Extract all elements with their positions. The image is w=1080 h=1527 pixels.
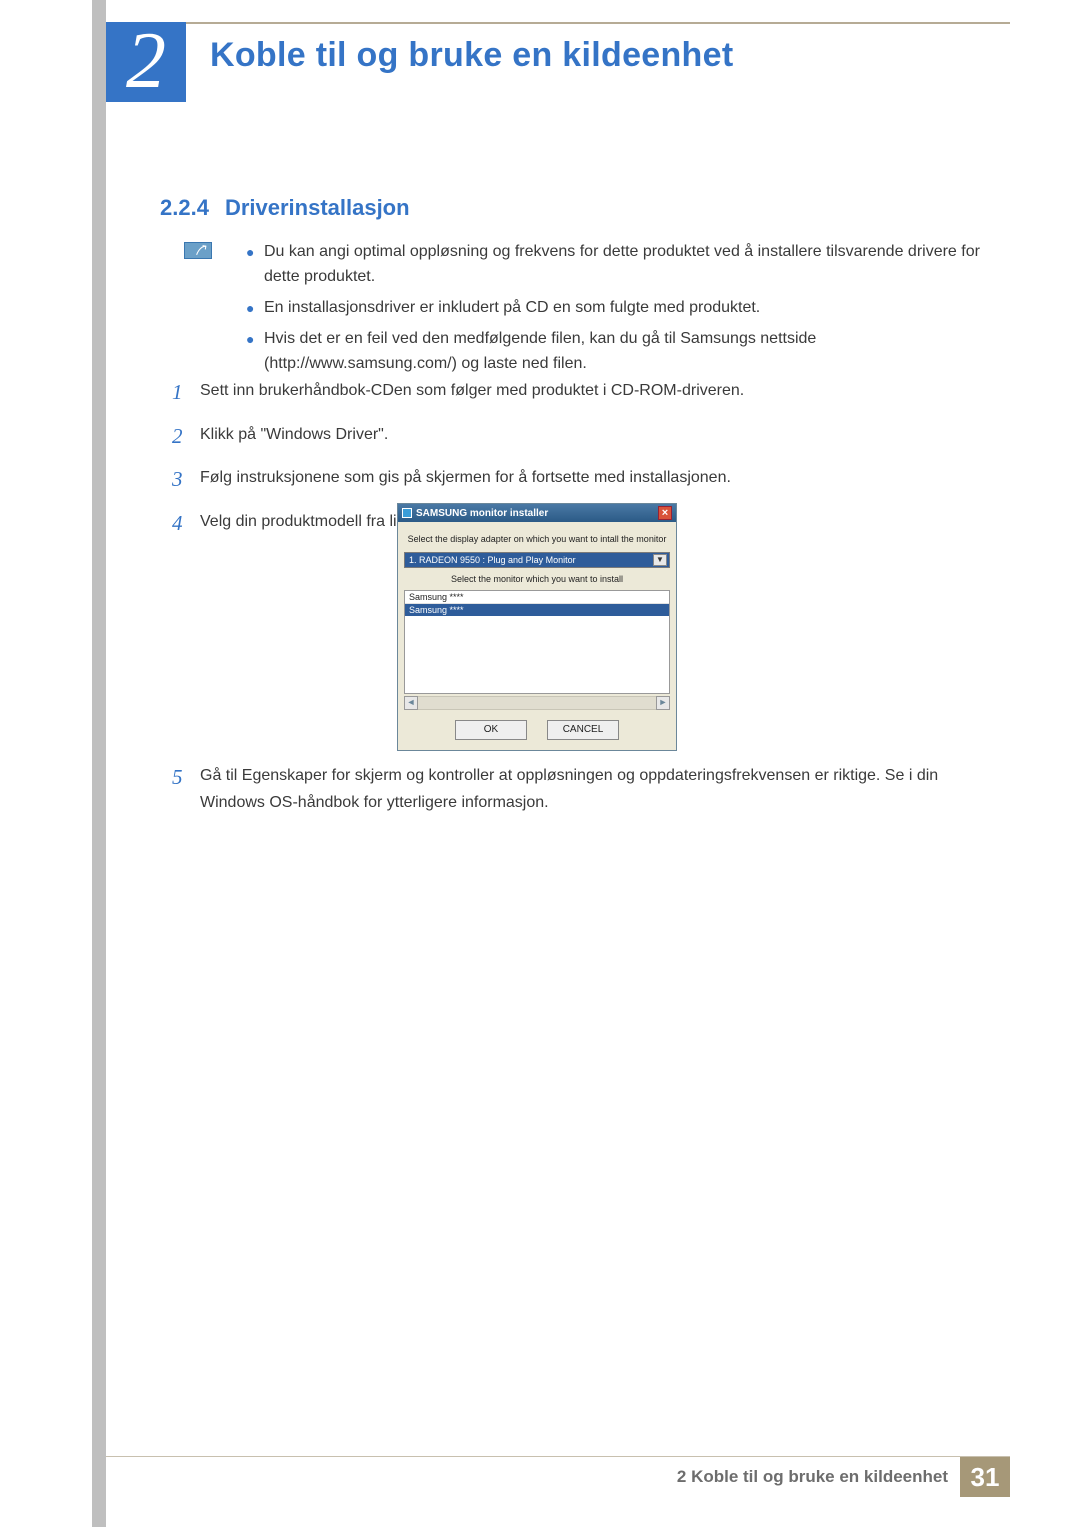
cancel-button[interactable]: CANCEL [547, 720, 619, 740]
installer-label-monitor: Select the monitor which you want to ins… [404, 568, 670, 590]
adapter-dropdown[interactable]: 1. RADEON 9550 : Plug and Play Monitor ▼ [404, 552, 670, 568]
step-text: Klikk på "Windows Driver". [200, 419, 995, 455]
ok-button[interactable]: OK [455, 720, 527, 740]
info-bullet: ● Du kan angi optimal oppløsning og frek… [246, 240, 995, 290]
scroll-right-icon[interactable]: ► [656, 696, 670, 710]
installer-title: SAMSUNG monitor installer [416, 508, 658, 519]
scroll-track[interactable] [418, 696, 656, 710]
installer-label-adapter: Select the display adapter on which you … [404, 528, 670, 552]
monitor-list[interactable]: Samsung **** Samsung **** [404, 590, 670, 694]
section-number: 2.2.4 [160, 195, 209, 220]
info-note-icon [184, 242, 212, 259]
step-text: Sett inn brukerhåndbok-CDen som følger m… [200, 375, 995, 411]
info-bullet: ● En installasjonsdriver er inkludert på… [246, 296, 995, 321]
bullet-icon: ● [246, 327, 264, 377]
step-number: 5 [172, 760, 200, 816]
installer-titlebar: SAMSUNG monitor installer × [398, 504, 676, 522]
step-item: 5 Gå til Egenskaper for skjerm og kontro… [172, 760, 995, 816]
step-item: 3 Følg instruksjonene som gis på skjerme… [172, 462, 995, 498]
info-bullet-text: Hvis det er en feil ved den medfølgende … [264, 327, 995, 377]
step-number: 4 [172, 506, 200, 542]
step-number: 3 [172, 462, 200, 498]
bullet-icon: ● [246, 296, 264, 321]
chevron-down-icon[interactable]: ▼ [653, 554, 667, 566]
step-text: Gå til Egenskaper for skjerm og kontroll… [200, 760, 995, 816]
installer-button-row: OK CANCEL [404, 720, 670, 740]
chapter-title: Koble til og bruke en kildeenhet [210, 36, 733, 75]
list-item[interactable]: Samsung **** [405, 604, 669, 616]
step-text: Følg instruksjonene som gis på skjermen … [200, 462, 995, 498]
info-bullet-text: Du kan angi optimal oppløsning og frekve… [264, 240, 995, 290]
section-title: Driverinstallasjon [225, 195, 410, 220]
left-rail [92, 0, 106, 1527]
installer-dialog: SAMSUNG monitor installer × Select the d… [397, 503, 677, 751]
scroll-left-icon[interactable]: ◄ [404, 696, 418, 710]
step-number: 2 [172, 419, 200, 455]
page-number: 31 [960, 1457, 1010, 1497]
horizontal-scrollbar[interactable]: ◄ ► [404, 696, 670, 710]
installer-body: Select the display adapter on which you … [398, 522, 676, 750]
footer-chapter-label: 2 Koble til og bruke en kildeenhet [677, 1467, 948, 1487]
list-item[interactable]: Samsung **** [405, 591, 669, 604]
step-item: 2 Klikk på "Windows Driver". [172, 419, 995, 455]
header-rule [106, 22, 1010, 24]
adapter-dropdown-value: 1. RADEON 9550 : Plug and Play Monitor [407, 555, 653, 565]
info-bullet: ● Hvis det er en feil ved den medfølgend… [246, 327, 995, 377]
steps-list-lower: 5 Gå til Egenskaper for skjerm og kontro… [172, 760, 995, 820]
step-number: 1 [172, 375, 200, 411]
close-button[interactable]: × [658, 506, 672, 520]
info-bullet-list: ● Du kan angi optimal oppløsning og frek… [246, 240, 995, 382]
step-item: 1 Sett inn brukerhåndbok-CDen som følger… [172, 375, 995, 411]
bullet-icon: ● [246, 240, 264, 290]
page-footer: 2 Koble til og bruke en kildeenhet 31 [106, 1457, 1010, 1497]
section-heading: 2.2.4 Driverinstallasjon [160, 195, 410, 221]
info-bullet-text: En installasjonsdriver er inkludert på C… [264, 296, 995, 321]
chapter-number-badge: 2 [106, 22, 186, 102]
app-icon [402, 508, 412, 518]
